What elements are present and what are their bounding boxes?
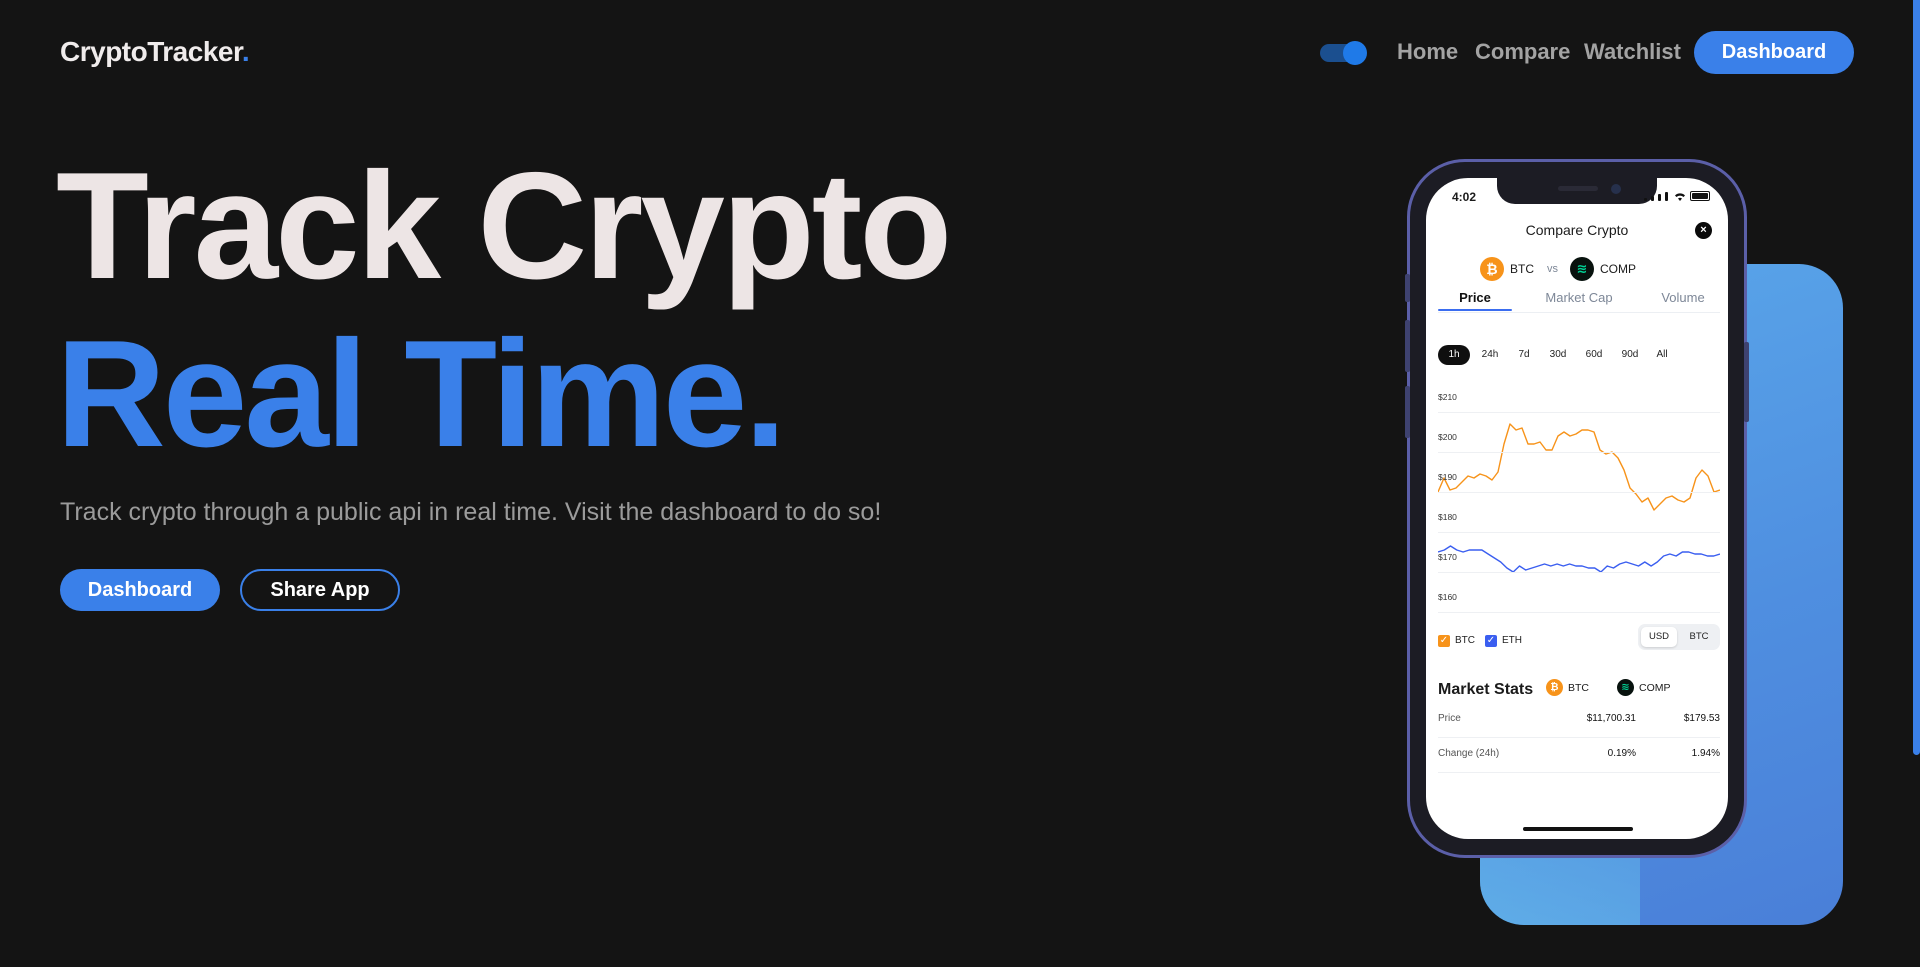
status-icons (1644, 191, 1710, 201)
phone-side-button (1405, 274, 1410, 302)
coin-a-symbol[interactable]: BTC (1510, 262, 1534, 276)
stat-change-comp: 1.94% (1691, 748, 1720, 759)
phone-volume-down (1405, 386, 1410, 438)
series-line-eth (1438, 545, 1720, 573)
active-tab-indicator (1438, 309, 1512, 311)
chart-gridline (1438, 452, 1720, 453)
currency-toggle: USD BTC (1638, 624, 1720, 650)
signal-bar-icon (1658, 194, 1661, 201)
legend-eth-label: ETH (1502, 635, 1522, 646)
chart-gridline (1438, 492, 1720, 493)
range-1h[interactable]: 1h (1438, 345, 1470, 365)
phone-mockup: 4:02 Compare Crypto × ₿ BTC vs ≋ COMP Pr… (1405, 159, 1749, 858)
home-indicator (1523, 827, 1633, 831)
stat-price-comp: $179.53 (1683, 713, 1720, 724)
landing-page: CryptoTracker. Home Compare Watchlist Da… (0, 0, 1920, 967)
close-icon[interactable]: × (1695, 222, 1712, 239)
range-60d[interactable]: 60d (1579, 345, 1609, 365)
hero-dashboard-button[interactable]: Dashboard (60, 569, 220, 611)
status-time: 4:02 (1452, 190, 1477, 204)
bitcoin-icon: ₿ (1546, 679, 1563, 696)
unit-usd-button[interactable]: USD (1641, 627, 1677, 647)
scrollbar[interactable] (1913, 0, 1920, 755)
compound-icon: ≋ (1570, 257, 1594, 281)
hero-title-line2: Real Time. (56, 309, 787, 479)
hero-title-line1: Track Crypto (56, 141, 952, 311)
legend-btc-label: BTC (1455, 635, 1475, 646)
chart-gridline (1438, 612, 1720, 613)
vs-label: vs (1547, 263, 1558, 275)
wifi-icon (1675, 193, 1685, 201)
signal-bar-icon (1651, 196, 1654, 201)
nav-link-watchlist[interactable]: Watchlist (1584, 39, 1681, 65)
eth-checkbox[interactable]: ✓ (1485, 635, 1497, 647)
y-tick-label: $210 (1438, 392, 1457, 402)
toggle-knob (1343, 41, 1367, 65)
phone-screen: 4:02 Compare Crypto × ₿ BTC vs ≋ COMP Pr… (1426, 178, 1728, 839)
y-tick-label: $160 (1438, 592, 1457, 602)
chart-gridline (1438, 572, 1720, 573)
tab-price[interactable]: Price (1438, 290, 1512, 305)
stats-col-btc: BTC (1568, 682, 1589, 694)
range-90d[interactable]: 90d (1615, 345, 1645, 365)
y-tick-label: $190 (1438, 472, 1457, 482)
phone-power-button (1744, 342, 1749, 422)
nav-dashboard-button[interactable]: Dashboard (1694, 31, 1854, 74)
stat-change-btc: 0.19% (1607, 748, 1636, 759)
range-24h[interactable]: 24h (1475, 345, 1505, 365)
battery-icon (1690, 191, 1710, 201)
logo-text: CryptoTracker (60, 36, 242, 67)
divider (1438, 772, 1720, 773)
chart-gridline (1438, 532, 1720, 533)
logo[interactable]: CryptoTracker. (60, 36, 250, 68)
compound-icon: ≋ (1617, 679, 1634, 696)
hero-subtitle: Track crypto through a public api in rea… (60, 498, 882, 526)
theme-toggle[interactable] (1320, 41, 1367, 65)
logo-dot: . (241, 36, 250, 67)
stat-price-btc: $11,700.31 (1586, 713, 1636, 724)
nav-link-compare[interactable]: Compare (1475, 39, 1570, 65)
tab-volume[interactable]: Volume (1646, 290, 1720, 305)
divider (1438, 737, 1720, 738)
coin-b-symbol[interactable]: COMP (1600, 262, 1636, 276)
screen-title: Compare Crypto (1525, 222, 1629, 238)
camera-icon (1611, 184, 1621, 194)
chart-gridline (1438, 412, 1720, 413)
unit-btc-button[interactable]: BTC (1681, 627, 1717, 647)
phone-volume-up (1405, 320, 1410, 372)
stat-change-label: Change (24h) (1438, 748, 1500, 759)
y-tick-label: $180 (1438, 512, 1457, 522)
range-all[interactable]: All (1647, 345, 1677, 365)
nav-link-home[interactable]: Home (1397, 39, 1458, 65)
tab-market-cap[interactable]: Market Cap (1542, 290, 1616, 305)
btc-checkbox[interactable]: ✓ (1438, 635, 1450, 647)
signal-bar-icon (1644, 198, 1647, 201)
series-line-btc (1438, 423, 1720, 511)
y-tick-label: $200 (1438, 432, 1457, 442)
range-7d[interactable]: 7d (1509, 345, 1539, 365)
speaker-grill (1558, 186, 1598, 191)
bitcoin-icon: ₿ (1480, 257, 1504, 281)
range-30d[interactable]: 30d (1543, 345, 1573, 365)
phone-notch (1497, 178, 1657, 204)
stats-col-comp: COMP (1639, 682, 1671, 694)
share-app-button[interactable]: Share App (240, 569, 400, 611)
signal-bar-icon (1665, 192, 1668, 201)
price-chart-lines (1438, 423, 1720, 573)
market-stats-title: Market Stats (1438, 681, 1534, 698)
y-tick-label: $170 (1438, 552, 1457, 562)
stat-price-label: Price (1438, 713, 1461, 724)
